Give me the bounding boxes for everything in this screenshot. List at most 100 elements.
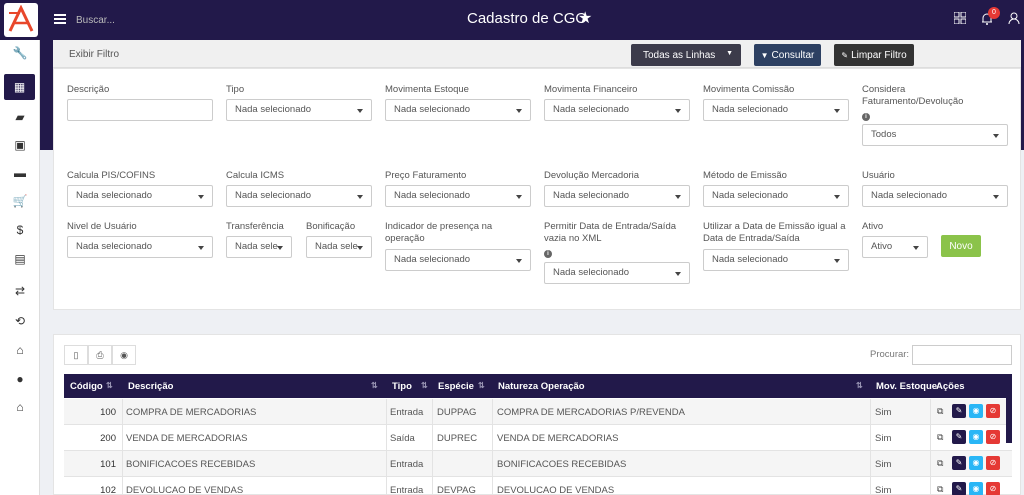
cell-descricao: DEVOLUCAO DE VENDAS bbox=[126, 485, 244, 495]
devolucao-select[interactable]: Nada selecionado bbox=[544, 185, 690, 207]
pis-select[interactable]: Nada selecionado bbox=[67, 185, 213, 207]
descricao-input[interactable] bbox=[67, 99, 213, 121]
view-icon[interactable]: ◉ bbox=[969, 404, 983, 418]
indicador-select[interactable]: Nada selecionado bbox=[385, 249, 531, 271]
toggle-filter-label[interactable]: Exibir Filtro bbox=[69, 49, 119, 60]
bonificacao-select[interactable]: Nada sele bbox=[306, 236, 372, 258]
utilizar-select[interactable]: Nada selecionado bbox=[703, 249, 849, 271]
cell-natureza: VENDA DE MERCADORIAS bbox=[497, 433, 619, 444]
copy-icon[interactable]: ⧉ bbox=[937, 406, 943, 417]
menu-icon[interactable] bbox=[54, 14, 66, 25]
sort-icon[interactable]: ⇅ bbox=[478, 381, 485, 390]
user-icon[interactable] bbox=[1008, 12, 1020, 28]
view-icon[interactable]: ◉ bbox=[969, 430, 983, 444]
delete-icon[interactable]: ⊘ bbox=[986, 456, 1000, 470]
table-row[interactable]: 100 COMPRA DE MERCADORIAS Entrada DUPPAG… bbox=[64, 399, 1012, 425]
tipo-select[interactable]: Nada selecionado bbox=[226, 99, 372, 121]
cart-icon[interactable]: 🛒 bbox=[0, 188, 40, 214]
novo-button[interactable]: Novo bbox=[941, 235, 981, 257]
favorite-star-icon[interactable]: ★ bbox=[578, 8, 592, 28]
view-icon[interactable]: ◉ bbox=[969, 482, 983, 495]
procurar-input[interactable] bbox=[912, 345, 1012, 365]
cell-mov: Sim bbox=[875, 459, 892, 470]
delete-icon[interactable]: ⊘ bbox=[986, 482, 1000, 495]
delete-icon[interactable]: ⊘ bbox=[986, 430, 1000, 444]
briefcase-icon[interactable]: ▬ bbox=[0, 160, 40, 186]
eraser-icon: ✎ bbox=[841, 50, 849, 60]
table-icon[interactable]: ▤ bbox=[0, 246, 40, 272]
edit-icon[interactable]: ✎ bbox=[952, 404, 966, 418]
basket-icon[interactable]: ⌂ bbox=[0, 337, 40, 363]
table-row[interactable]: 200 VENDA DE MERCADORIAS Saída DUPREC VE… bbox=[64, 425, 1012, 451]
col-descricao[interactable]: Descrição bbox=[128, 381, 173, 392]
wrench-icon[interactable]: 🔧 bbox=[0, 40, 40, 66]
copy-icon[interactable]: ⧉ bbox=[937, 432, 943, 443]
table-scrollbar[interactable] bbox=[1006, 383, 1012, 443]
considera-select[interactable]: Todos bbox=[862, 124, 1008, 146]
copy-icon[interactable]: ⧉ bbox=[937, 484, 943, 495]
print-icon[interactable]: ⎙ bbox=[88, 345, 112, 365]
pis-label: Calcula PIS/COFINS bbox=[67, 170, 156, 181]
col-natureza[interactable]: Natureza Operação bbox=[498, 381, 585, 392]
mov-estoque-select[interactable]: Nada selecionado bbox=[385, 99, 531, 121]
calculator-icon[interactable]: ▦ bbox=[4, 74, 35, 100]
nivel-select[interactable]: Nada selecionado bbox=[67, 236, 213, 258]
info-icon[interactable]: i bbox=[544, 250, 552, 258]
notification-badge: 0 bbox=[988, 7, 1000, 19]
copy-icon[interactable]: ⧉ bbox=[937, 458, 943, 469]
edit-icon[interactable]: ✎ bbox=[952, 456, 966, 470]
cell-mov: Sim bbox=[875, 485, 892, 495]
transferencia-label: Transferência bbox=[226, 221, 284, 232]
procurar-label: Procurar: bbox=[870, 349, 910, 360]
sidebar: 🔧 ▦ ▰ ▣ ▬ 🛒 $ ▤ ⇄ ⟲ ⌂ ● ⌂ bbox=[0, 40, 40, 495]
eye-icon[interactable]: ◉ bbox=[112, 345, 136, 365]
logo-icon bbox=[8, 5, 34, 32]
permitir-label: Permitir Data de Entrada/Saída vazia no … bbox=[544, 221, 677, 244]
info-icon[interactable]: i bbox=[862, 113, 870, 121]
col-acoes: Ações bbox=[936, 381, 965, 392]
edit-icon[interactable]: ✎ bbox=[952, 482, 966, 495]
table-row[interactable]: 101 BONIFICACOES RECEBIDAS Entrada BONIF… bbox=[64, 451, 1012, 477]
dollar-icon[interactable]: $ bbox=[0, 217, 40, 243]
delete-icon[interactable]: ⊘ bbox=[986, 404, 1000, 418]
money-icon[interactable]: ▣ bbox=[0, 132, 40, 158]
limpar-filtro-button[interactable]: ✎ Limpar Filtro bbox=[834, 44, 914, 66]
col-especie[interactable]: Espécie bbox=[438, 381, 474, 392]
person-icon[interactable]: ● bbox=[0, 366, 40, 392]
cell-codigo: 102 bbox=[100, 485, 116, 495]
col-mov-estoque[interactable]: Mov. Estoque bbox=[876, 381, 937, 392]
lines-select[interactable]: Todas as Linhas ▼ bbox=[631, 44, 741, 66]
mov-financeiro-select[interactable]: Nada selecionado bbox=[544, 99, 690, 121]
chevron-down-icon: ▼ bbox=[726, 50, 733, 57]
sort-icon[interactable]: ⇅ bbox=[856, 381, 863, 390]
usuario-label: Usuário bbox=[862, 170, 895, 181]
preco-select[interactable]: Nada selecionado bbox=[385, 185, 531, 207]
consultar-label: Consultar bbox=[771, 49, 815, 61]
retweet-icon[interactable]: ⟲ bbox=[0, 308, 40, 334]
consultar-button[interactable]: ▼ Consultar bbox=[754, 44, 821, 66]
transferencia-select[interactable]: Nada sele bbox=[226, 236, 292, 258]
edit-icon[interactable]: ✎ bbox=[952, 430, 966, 444]
grid-apps-icon[interactable] bbox=[953, 11, 967, 27]
home-icon[interactable]: ⌂ bbox=[0, 394, 40, 420]
sort-icon[interactable]: ⇅ bbox=[421, 381, 428, 390]
col-tipo[interactable]: Tipo bbox=[392, 381, 412, 392]
permitir-select[interactable]: Nada selecionado bbox=[544, 262, 690, 284]
sort-icon[interactable]: ⇅ bbox=[371, 381, 378, 390]
col-codigo[interactable]: Código bbox=[70, 381, 103, 392]
usuario-select[interactable]: Nada selecionado bbox=[862, 185, 1008, 207]
search-input[interactable] bbox=[76, 11, 196, 29]
export-file-icon[interactable]: ▯ bbox=[64, 345, 88, 365]
ativo-select[interactable]: Ativo bbox=[862, 236, 928, 258]
mov-comissao-select[interactable]: Nada selecionado bbox=[703, 99, 849, 121]
mov-financeiro-label: Movimenta Financeiro bbox=[544, 84, 638, 95]
app-logo[interactable] bbox=[4, 3, 38, 37]
view-icon[interactable]: ◉ bbox=[969, 456, 983, 470]
table-row[interactable]: 102 DEVOLUCAO DE VENDAS Entrada DEVPAG D… bbox=[64, 477, 1012, 495]
shuffle-icon[interactable]: ⇄ bbox=[0, 278, 40, 304]
sort-icon[interactable]: ⇅ bbox=[106, 381, 113, 390]
book-icon[interactable]: ▰ bbox=[0, 104, 40, 130]
icms-select[interactable]: Nada selecionado bbox=[226, 185, 372, 207]
metodo-select[interactable]: Nada selecionado bbox=[703, 185, 849, 207]
cell-codigo: 200 bbox=[100, 433, 116, 444]
